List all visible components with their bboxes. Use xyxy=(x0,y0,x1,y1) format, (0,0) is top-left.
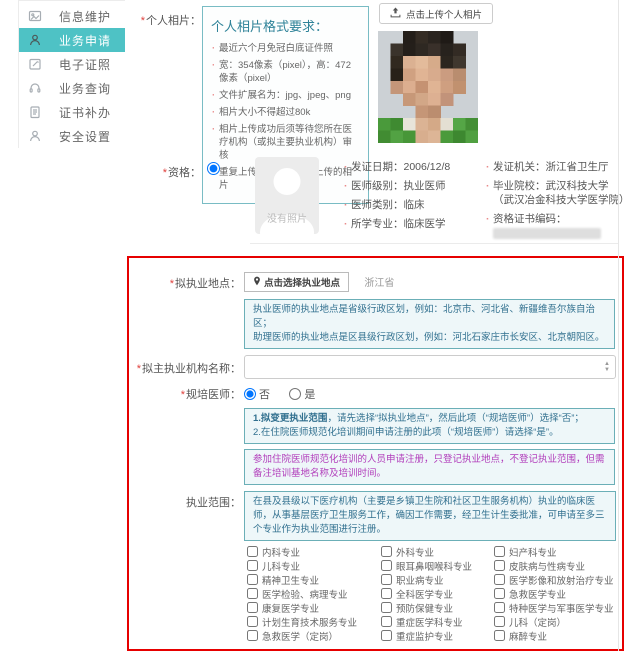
scope-checkbox-preventive-care[interactable]: 预防保健专业 xyxy=(381,601,494,615)
user-icon xyxy=(28,33,42,47)
sidebar-item-e-certificate[interactable]: 电子证照 xyxy=(19,52,125,76)
sidebar-item-business-query[interactable]: 业务查询 xyxy=(19,76,125,100)
location-pin-icon xyxy=(253,276,261,289)
section-divider xyxy=(250,243,618,244)
scope-checkbox-lab-pathology[interactable]: 医学检验、病理专业 xyxy=(247,587,381,601)
sidebar: 信息维护 业务申请 电子证照 业务查询 证书补办 安全设置 xyxy=(0,0,125,658)
no-photo-placeholder: 没有照片 xyxy=(255,157,319,234)
headset-icon xyxy=(28,81,42,95)
required-mark: * xyxy=(141,15,145,27)
sidebar-item-certificate-reissue[interactable]: 证书补办 xyxy=(19,100,125,124)
medical-registration-app: 信息维护 业务申请 电子证照 业务查询 证书补办 安全设置 xyxy=(0,0,630,658)
scope-checkbox-dermatology[interactable]: 皮肤病与性病专业 xyxy=(494,559,622,573)
scope-checkbox-occupational[interactable]: 职业病专业 xyxy=(381,573,494,587)
photo-label: *个人相片： xyxy=(125,12,201,28)
job-title-select[interactable]: ▼ xyxy=(244,649,616,652)
avatar-head-shape xyxy=(274,168,301,195)
sidebar-item-label: 电子证照 xyxy=(59,56,111,73)
job-title-label: *任职资格： xyxy=(129,649,241,652)
upload-photo-button[interactable]: 点击上传个人相片 xyxy=(379,3,493,24)
practice-scope-grid: 内科专业 儿科专业 精神卫生专业 医学检验、病理专业 康复医学专业 计划生育技术… xyxy=(247,545,622,643)
combo-spinner-icon: ▲▼ xyxy=(604,361,610,373)
detail-item: 毕业院校：武汉科技大学（武汉冶金科技大学医学院） xyxy=(485,179,625,207)
user-icon xyxy=(28,129,42,143)
edit-square-icon xyxy=(28,57,42,71)
detail-item: 医师级别：执业医师 xyxy=(343,179,485,193)
scope-checkbox-surgery[interactable]: 外科专业 xyxy=(381,545,494,559)
location-help-line: 执业医师的执业地点是省级行政区划，例如：北京市、河北省、新疆维吾尔族自治区； xyxy=(253,303,606,331)
sidebar-item-label: 信息维护 xyxy=(59,8,111,25)
main-org-label: *拟主执业机构名称： xyxy=(129,355,241,376)
location-help-line: 助理医师的执业地点是区县级行政区划，例如：河北石家庄市长安区、北京朝阳区。 xyxy=(253,331,606,345)
content-right-divider xyxy=(618,0,619,651)
training-radio-no[interactable]: 否 xyxy=(244,386,270,402)
sidebar-item-label: 安全设置 xyxy=(59,128,111,145)
scope-checkbox-critical-care-dept[interactable]: 重症医学科专业 xyxy=(381,615,494,629)
sidebar-item-label: 业务查询 xyxy=(59,80,111,97)
detail-item: 发证机关：浙江省卫生厅 xyxy=(485,160,625,174)
qualification-details-left: 发证日期：2006/12/8 医师级别：执业医师 医师类别：临床 所学专业：临床… xyxy=(343,160,485,236)
upload-icon xyxy=(390,7,401,21)
registration-form: *拟执业地点： 点击选择执业地点 浙江省 执业医师的执业地点是省级行政区划，例如… xyxy=(127,256,624,651)
scope-checkbox-emergency-fixed[interactable]: 急救医学（定岗） xyxy=(247,629,381,643)
detail-item: 发证日期：2006/12/8 xyxy=(343,160,485,174)
redacted-certificate-number xyxy=(493,228,601,239)
detail-item: 医师类别：临床 xyxy=(343,198,485,212)
location-help-box: 执业医师的执业地点是省级行政区划，例如：北京市、河北省、新疆维吾尔族自治区； 助… xyxy=(244,299,615,349)
qualification-details-right: 发证机关：浙江省卫生厅 毕业院校：武汉科技大学（武汉冶金科技大学医学院） 资格证… xyxy=(485,160,625,245)
sidebar-menu: 信息维护 业务申请 电子证照 业务查询 证书补办 安全设置 xyxy=(18,0,125,148)
training-radio-yes[interactable]: 是 xyxy=(289,386,315,402)
photo-requirement: 文件扩展名为：jpg、jpeg、png xyxy=(211,89,360,102)
image-icon xyxy=(28,9,42,23)
sidebar-item-security-settings[interactable]: 安全设置 xyxy=(19,124,125,148)
profile-photo xyxy=(378,31,478,143)
scope-checkbox-pediatrics-fixed[interactable]: 儿科（定岗） xyxy=(494,615,622,629)
main-content: *个人相片： 个人相片格式要求： 最近六个月免冠白底证件照 宽：354像素（pi… xyxy=(125,0,630,658)
photo-requirements-title: 个人相片格式要求： xyxy=(211,16,360,35)
training-help-line: 1.拟变更执业范围，请先选择“拟执业地点”，然后此项（“规培医师”）选择“否”； xyxy=(253,412,606,426)
selected-location: 浙江省 xyxy=(364,278,394,289)
scope-checkbox-ent[interactable]: 眼耳鼻咽喉科专业 xyxy=(381,559,494,573)
scope-checkbox-obgyn[interactable]: 妇产科专业 xyxy=(494,545,622,559)
required-mark: * xyxy=(163,167,167,179)
scope-checkbox-icu[interactable]: 重症监护专业 xyxy=(381,629,494,643)
sidebar-item-label: 证书补办 xyxy=(59,104,111,121)
sidebar-item-label: 业务申请 xyxy=(59,32,111,49)
qualification-label: *资格： xyxy=(125,164,201,180)
scope-checkbox-family-planning[interactable]: 计划生育技术服务专业 xyxy=(247,615,381,629)
dropdown-arrow-icon: ▼ xyxy=(598,650,615,652)
photo-requirement: 相片大小不得超过80k xyxy=(211,106,360,119)
scope-checkbox-anesthesia[interactable]: 麻醉专业 xyxy=(494,629,622,643)
training-help-box: 1.拟变更执业范围，请先选择“拟执业地点”，然后此项（“规培医师”）选择“否”；… xyxy=(244,408,615,444)
sidebar-item-info-maintenance[interactable]: 信息维护 xyxy=(19,4,125,28)
practice-location-label: *拟执业地点： xyxy=(129,272,241,291)
scope-checkbox-radiology[interactable]: 医学影像和放射治疗专业 xyxy=(494,573,622,587)
scope-checkbox-internal-medicine[interactable]: 内科专业 xyxy=(247,545,381,559)
practice-scope-label: 执业范围： xyxy=(129,491,241,510)
detail-item: 资格证书编码： xyxy=(485,212,625,240)
main-org-select[interactable]: ▲▼ xyxy=(244,355,616,379)
clipboard-icon xyxy=(28,105,42,119)
photo-requirement: 最近六个月免冠白底证件照 xyxy=(211,42,360,55)
training-label: *规培医师： xyxy=(129,385,241,402)
photo-requirement: 宽：354像素（pixel），高：472像素（pixel） xyxy=(211,59,360,85)
qualification-radio[interactable] xyxy=(207,162,220,175)
scope-checkbox-pediatrics[interactable]: 儿科专业 xyxy=(247,559,381,573)
scope-checkbox-general-practice[interactable]: 全科医学专业 xyxy=(381,587,494,601)
scope-checkbox-rehabilitation[interactable]: 康复医学专业 xyxy=(247,601,381,615)
practice-scope-help-box: 在县及县级以下医疗机构（主要是乡镇卫生院和社区卫生服务机构）执业的临床医师，从事… xyxy=(244,491,616,541)
scope-checkbox-mental-health[interactable]: 精神卫生专业 xyxy=(247,573,381,587)
detail-item: 所学专业：临床医学 xyxy=(343,217,485,231)
scope-checkbox-special-military[interactable]: 特种医学与军事医学专业 xyxy=(494,601,622,615)
no-photo-text: 没有照片 xyxy=(255,210,319,225)
select-location-button[interactable]: 点击选择执业地点 xyxy=(244,272,349,292)
training-note-box: 参加住院医师规范化培训的人员申请注册，只登记执业地点，不登记执业范围，但需备注培… xyxy=(244,449,615,485)
sidebar-item-business-application[interactable]: 业务申请 xyxy=(19,28,125,52)
training-help-line: 2.在住院医师规范化培训期间申请注册的此项（“规培医师”）请选择“是”。 xyxy=(253,426,606,440)
scope-checkbox-emergency[interactable]: 急救医学专业 xyxy=(494,587,622,601)
